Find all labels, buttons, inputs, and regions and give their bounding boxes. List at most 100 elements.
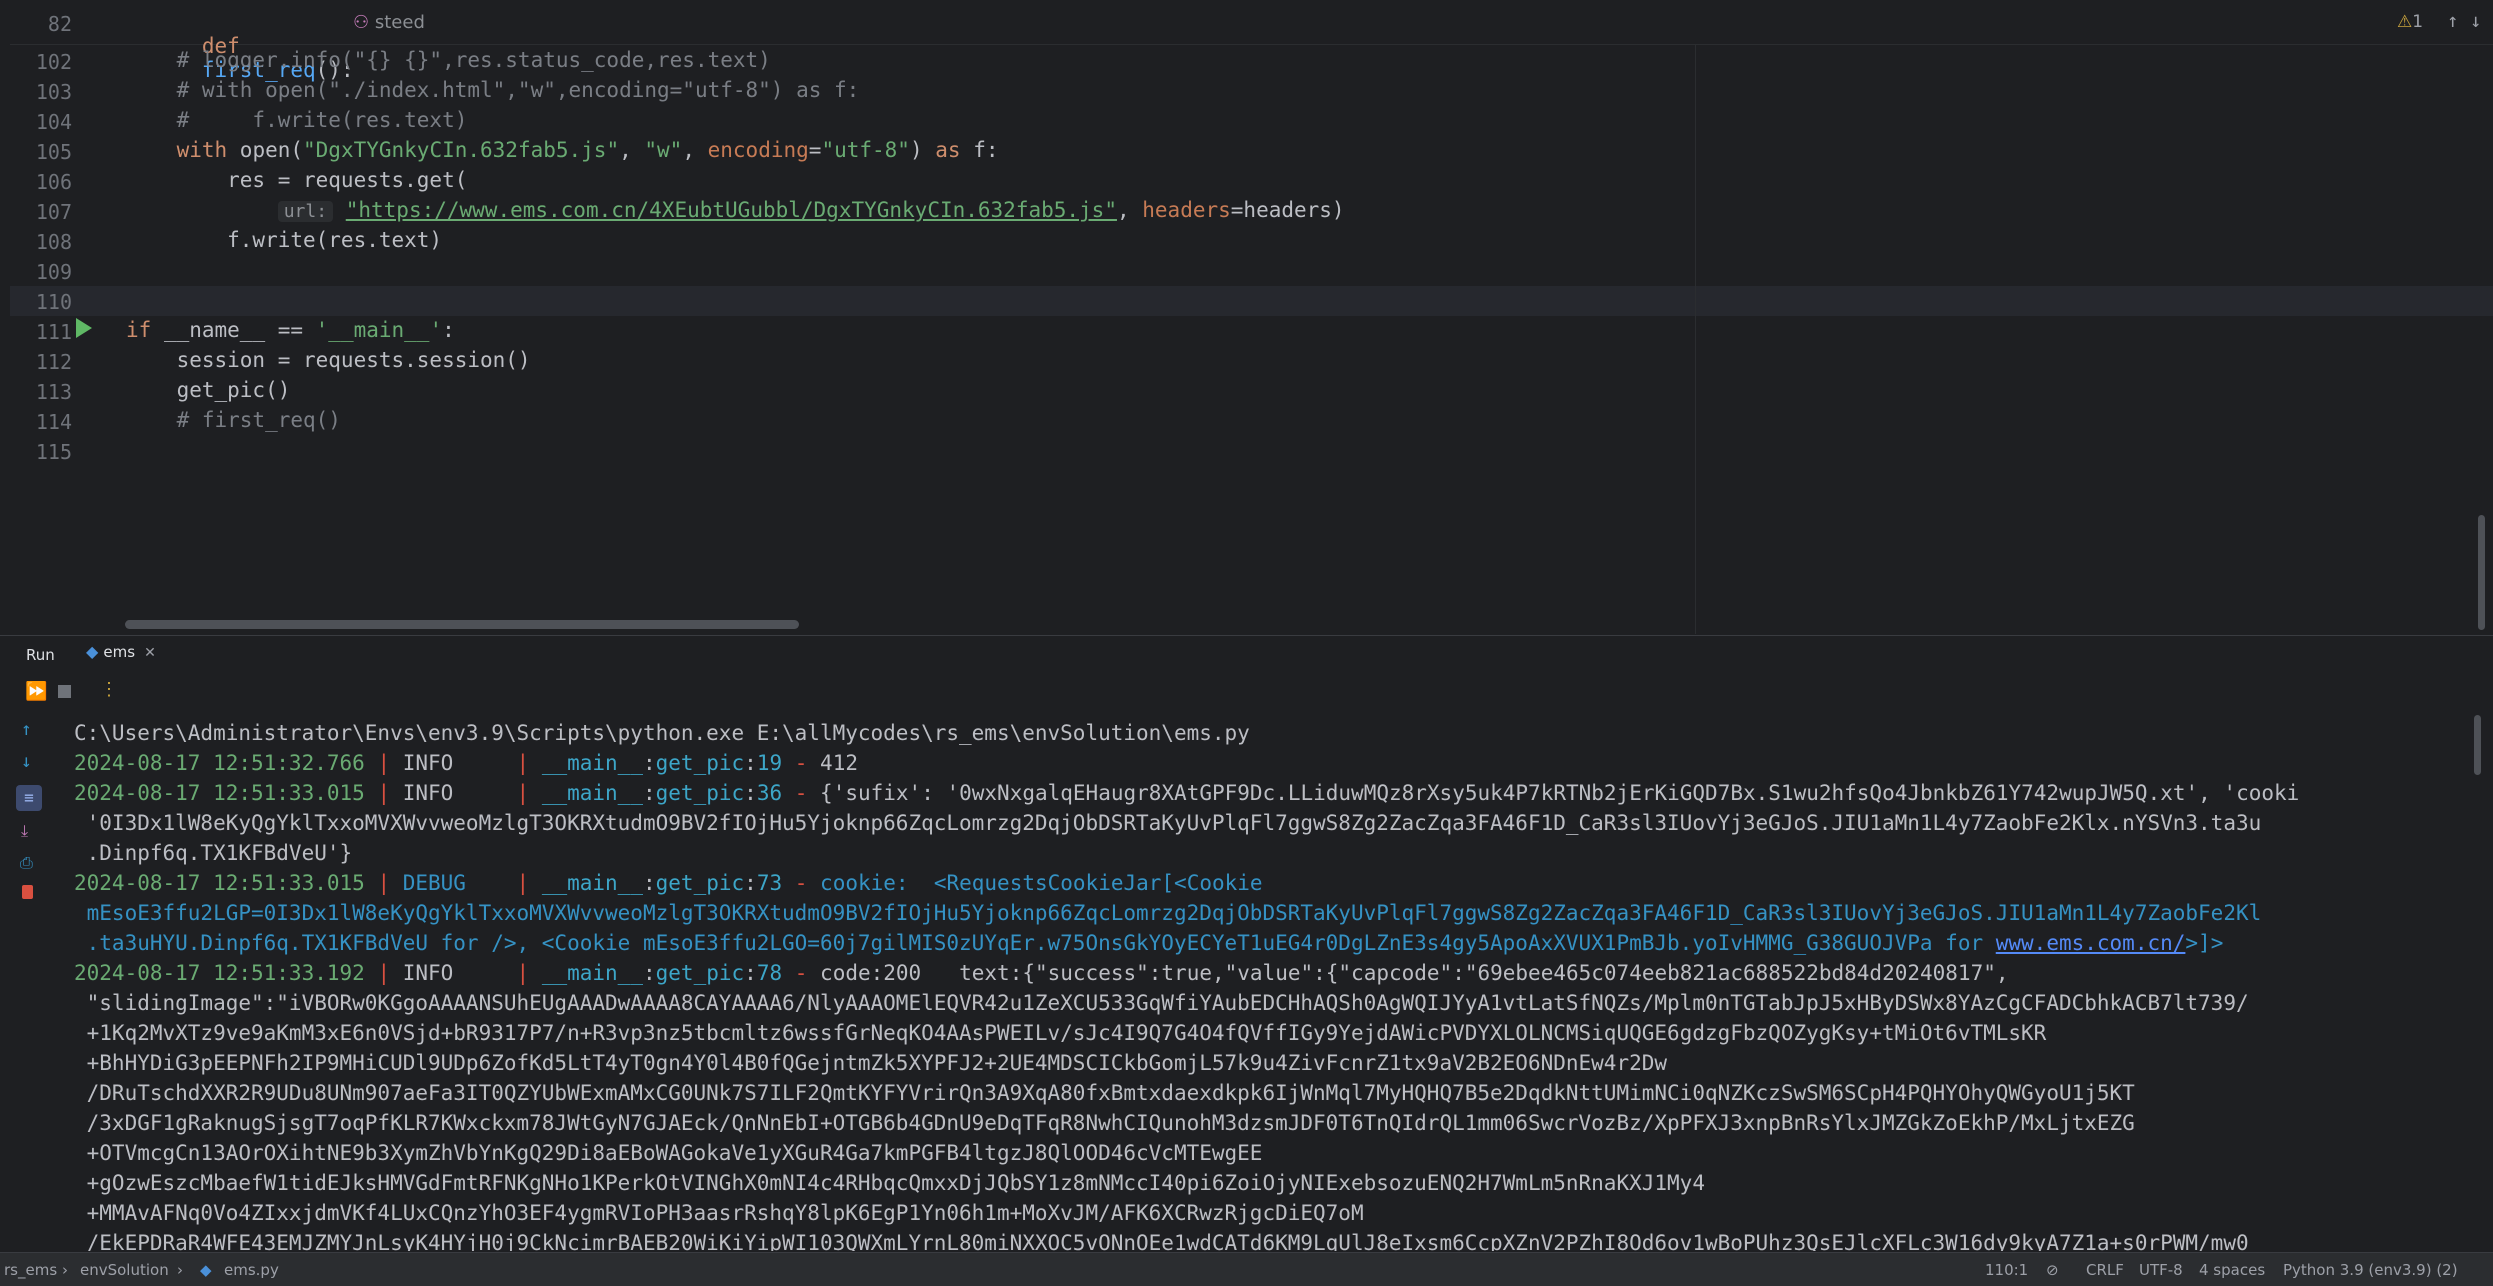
console-token: - [782,871,821,895]
console-token: : [744,781,757,805]
breadcrumb-folder[interactable]: envSolution [80,1261,169,1279]
sticky-line-number: 82 [47,12,72,36]
breadcrumb-separator-icon: › [62,1261,68,1279]
line-number: 102 [35,50,72,74]
console-token: .ta3uHYU.Dinpf6q.TX1KFBdVeU for />, <Coo… [74,931,1996,955]
line-number: 115 [35,440,72,464]
code-token: res = requests.get( [126,168,468,192]
readonly-toggle-icon[interactable]: ⊘ [2046,1261,2059,1279]
vertical-scrollbar[interactable] [2478,515,2485,630]
console-token: +gOzwEszcMbaefW1tidEJksHMVGdFmtRFNKgNHo1… [74,1171,1705,1195]
console-token: : [744,961,757,985]
console-token: get_pic [655,961,745,985]
soft-wrap-icon[interactable]: ≡ [16,785,42,811]
console-token: 2024-08-17 12:51:33.015 [74,781,365,805]
console-line: .Dinpf6q.TX1KFBdVeU'} [74,841,353,865]
console-link[interactable]: www.ems.com.cn/ [1996,931,2186,955]
code-line: # with open("./index.html","w",encoding=… [126,78,860,102]
stop-icon[interactable] [58,685,71,698]
tab-run[interactable]: Run [26,646,55,664]
console-line: C:\Users\Administrator\Envs\env3.9\Scrip… [74,721,1250,745]
console-scrollbar[interactable] [2474,715,2481,775]
more-options-icon[interactable]: ⋮ [100,679,118,700]
python-icon: ◆ [86,642,99,661]
scroll-up-icon[interactable]: ↑ [21,719,32,740]
console-token: /DRuTschdXXR2R9UDu8UNm907aeFa3IT0QZYUbWE… [74,1081,2135,1105]
code-token: open( [239,138,304,162]
console-token: {'sufix': '0wxNxgalqEHaugr8XAtGPF9Dc.LLi… [820,781,2300,805]
caret-position[interactable]: 110:1 [1985,1261,2028,1279]
code-token: "DgxTYGnkyCIn.632fab5.js" [303,138,620,162]
warning-icon: ⚠ [2397,12,2413,32]
prev-highlight-arrow-icon[interactable]: ↑ [2447,10,2458,32]
next-highlight-arrow-icon[interactable]: ↓ [2470,10,2481,32]
console-token: - [782,961,821,985]
scroll-to-end-icon[interactable]: ⤓ [21,821,28,841]
code-line: get_pic() [126,378,291,402]
console-token: +BhHYDiG3pEEPNFh2IP9MHiCUDl9UDp6ZofKd5Lt… [74,1051,1668,1075]
console-line: "slidingImage":"iVBORw0KGgoAAAANSUhEUgAA… [74,991,2249,1015]
code-token: session = requests.session() [126,348,531,372]
scroll-down-icon[interactable]: ↓ [21,751,32,772]
console-token: .Dinpf6q.TX1KFBdVeU'} [74,841,353,865]
console-token: 412 [820,751,858,775]
console-token: | [503,781,542,805]
console-output[interactable]: C:\Users\Administrator\Envs\env3.9\Scrip… [56,711,2466,1251]
code-token: as [935,138,974,162]
code-line: # f.write(res.text) [126,108,468,132]
file-encoding[interactable]: UTF-8 [2139,1261,2183,1279]
line-number: 103 [35,80,72,104]
console-side-toolbar: ↑ ↓ ≡ ⤓ ⎙ [10,711,54,1251]
horizontal-scrollbar[interactable] [125,620,799,629]
console-token: | [364,751,403,775]
code-token: __name__ == [163,318,316,342]
console-token: +MMAvAFNq0Vo4ZIxxjdmVKf4LUxCQnzYhO3EF4yg… [74,1201,1364,1225]
console-token: 2024-08-17 12:51:33.192 [74,961,365,985]
print-icon[interactable]: ⎙ [20,853,33,873]
code-token: , [682,138,708,162]
indent-setting[interactable]: 4 spaces [2199,1261,2265,1279]
python-interpreter[interactable]: Python 3.9 (env3.9) (2) [2283,1261,2458,1279]
tab-ems[interactable]: ◆ ems ✕ [86,642,156,661]
line-number: 111 [35,320,72,344]
author-hint[interactable]: ⚇ steed [353,12,425,33]
console-token: : [642,961,656,985]
breadcrumb-file[interactable]: ems.py [224,1261,279,1279]
run-gutter-icon[interactable] [76,318,92,338]
line-number: 104 [35,110,72,134]
line-number: 114 [35,410,72,434]
console-token: get_pic [655,751,745,775]
code-line: f.write(res.text) [126,228,442,252]
parameter-hint: url: [277,201,334,222]
warning-count: 1 [2412,12,2424,32]
console-token: - [782,751,821,775]
code-token: , [1116,198,1143,222]
close-tab-icon[interactable]: ✕ [144,645,156,661]
warning-indicator[interactable]: ⚠1 [2397,12,2423,32]
rerun-icon[interactable]: ⏩ [25,681,47,702]
sticky-header[interactable]: 82 def first_req(): ⚇ steed ⚠1 ↑ ↓ [10,0,2493,82]
console-line: /DRuTschdXXR2R9UDu8UNm907aeFa3IT0QZYUbWE… [74,1081,2135,1105]
console-line: +gOzwEszcMbaefW1tidEJksHMVGdFmtRFNKgNHo1… [74,1171,1705,1195]
console-line: +BhHYDiG3pEEPNFh2IP9MHiCUDl9UDp6ZofKd5Lt… [74,1051,1667,1075]
console-line: +MMAvAFNq0Vo4ZIxxjdmVKf4LUxCQnzYhO3EF4yg… [74,1201,1364,1225]
code-line: res = requests.get( [126,168,467,192]
breadcrumb-project[interactable]: rs_ems [4,1261,57,1279]
console-line: /3xDGF1gRaknugSjsgT7oqPfKLR7KWxckxm78JWt… [74,1111,2135,1135]
tab-ems-label: ems [103,643,136,661]
console-token: 73 [756,871,783,895]
code-token: f: [973,138,999,162]
code-token: = [808,138,822,162]
console-token: C:\Users\Administrator\Envs\env3.9\Scrip… [74,721,1250,745]
code-editor[interactable]: 82 def first_req(): ⚇ steed ⚠1 ↑ ↓ 102 #… [10,0,2493,635]
console-token: >]> [2185,931,2224,955]
code-token: "utf-8" [821,138,910,162]
line-number: 105 [35,140,72,164]
line-separator[interactable]: CRLF [2086,1261,2124,1279]
console-line: /EkEPDRaR4WFE43EMJZMYJnLsyK4HYjH0j9CkNci… [74,1231,2249,1251]
clear-all-icon[interactable] [22,885,33,899]
code-token: # with open("./index.html","w",encoding=… [126,78,860,102]
line-number: 113 [35,380,72,404]
